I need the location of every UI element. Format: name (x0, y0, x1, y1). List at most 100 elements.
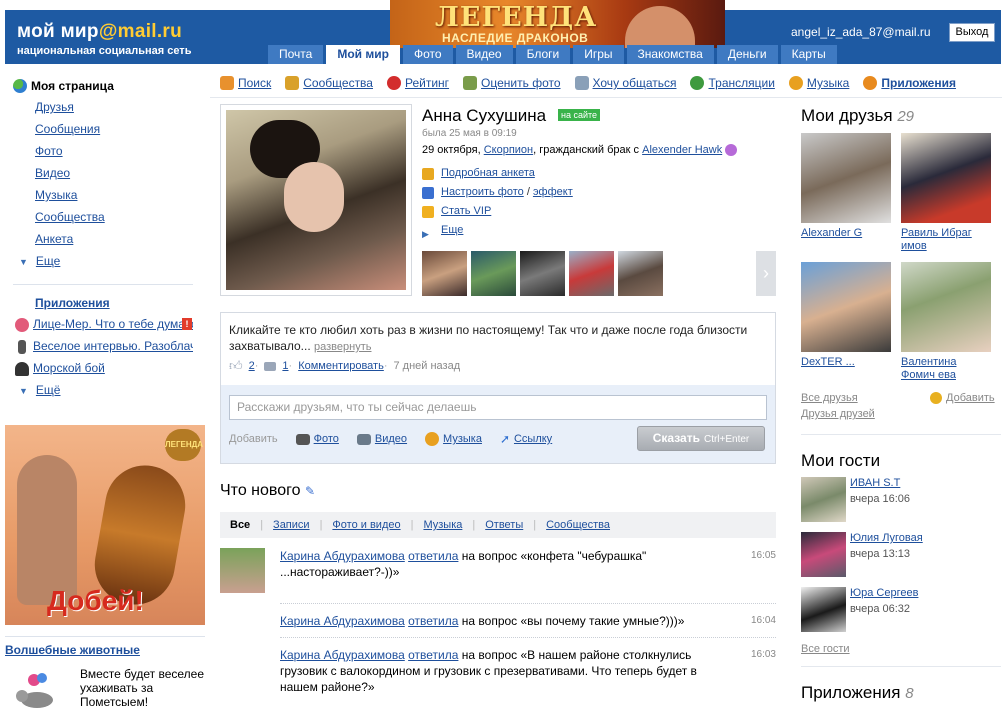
guest-name[interactable]: Юра Сергеев (850, 587, 918, 599)
tab-moy-mir[interactable]: Мой мир (326, 45, 400, 64)
logout-button[interactable]: Выход (949, 23, 995, 42)
friend-name[interactable]: Alexander G (801, 227, 862, 239)
nav-communities[interactable]: Сообщества (285, 76, 373, 90)
nav-apps[interactable]: Приложения (863, 76, 956, 90)
all-guests-link[interactable]: Все гости (801, 643, 850, 655)
effect-link[interactable]: эффект (533, 183, 573, 202)
add-video-label[interactable]: Видео (375, 433, 407, 445)
friend-photo[interactable] (801, 262, 891, 352)
tab-answers[interactable]: Ответы (485, 519, 523, 531)
feed-action[interactable]: ответила (408, 614, 458, 628)
friend-card[interactable]: Alexander G (801, 133, 891, 240)
tab-all[interactable]: Все (230, 519, 250, 531)
nav-want-chat[interactable]: Хочу общаться (574, 76, 677, 90)
feed-action[interactable]: ответила (408, 648, 458, 662)
friend-card[interactable]: DexTER ... (801, 262, 891, 369)
add-music[interactable]: Музыка (425, 432, 482, 446)
add-photo-label[interactable]: Фото (314, 433, 339, 445)
app-face-meter-label[interactable]: Лице-Мер. Что о тебе думают (33, 317, 193, 331)
photo-thumbnail[interactable] (422, 251, 467, 296)
nav-rate-photo-label[interactable]: Оценить фото (481, 76, 560, 90)
nav-broadcasts-label[interactable]: Трансляции (708, 76, 774, 90)
pencil-icon[interactable]: ✎ (305, 484, 315, 498)
thumbs-up-icon[interactable]: 👍︎ (229, 358, 243, 374)
mailru-logo[interactable]: мой мир@mail.ru национальная социальная … (17, 21, 191, 57)
add-video[interactable]: Видео (356, 433, 407, 445)
sidebar-item-video[interactable]: Видео (35, 166, 70, 180)
expand-link[interactable]: развернуть (314, 341, 371, 353)
friend-name[interactable]: Равиль Ибраг имов (901, 227, 972, 252)
sidebar-item-profile[interactable]: Анкета (35, 232, 73, 246)
friends-of-friends-link[interactable]: Друзья друзей (801, 408, 875, 420)
photo-thumbnail[interactable] (520, 251, 565, 296)
tab-foto[interactable]: Фото (402, 45, 453, 64)
nav-music-label[interactable]: Музыка (807, 76, 849, 90)
sidebar-item-photo[interactable]: Фото (35, 144, 63, 158)
apps-more-link[interactable]: Ещё (36, 383, 61, 397)
add-music-label[interactable]: Музыка (443, 433, 482, 445)
nav-communities-label[interactable]: Сообщества (303, 76, 373, 90)
sidebar-item-communities[interactable]: Сообщества (35, 210, 105, 224)
setup-photo-link[interactable]: Настроить фото (441, 183, 524, 202)
my-page-link[interactable]: Моя страница (13, 76, 203, 96)
friend-photo[interactable] (901, 133, 991, 223)
pets-app-title[interactable]: Волшебные животные (5, 643, 140, 657)
add-friend-link[interactable]: Добавить (930, 392, 995, 404)
game-ad-banner[interactable]: ЛЕГЕНДА Добей! (5, 425, 205, 625)
guest-avatar[interactable] (801, 587, 846, 632)
photo-thumbnail[interactable] (618, 251, 663, 296)
friend-photo[interactable] (901, 262, 991, 352)
guest-avatar[interactable] (801, 477, 846, 522)
friend-photo[interactable] (801, 133, 891, 223)
friend-name[interactable]: Валентина Фомич ева (901, 356, 956, 381)
become-vip-link[interactable]: Стать VIP (441, 202, 491, 221)
status-input[interactable]: Расскажи друзьям, что ты сейчас делаешь (229, 395, 767, 420)
apps-title[interactable]: Приложения 8 (801, 683, 914, 703)
profile-photo-frame[interactable] (220, 104, 412, 296)
add-link[interactable]: ➚ Ссылку (500, 432, 552, 446)
tab-posts[interactable]: Записи (273, 519, 310, 531)
nav-music[interactable]: Музыка (788, 76, 849, 90)
all-friends-link[interactable]: Все друзья (801, 392, 858, 404)
tab-communities[interactable]: Сообщества (546, 519, 610, 531)
sidebar-more-link[interactable]: Еще (36, 254, 60, 268)
partner-link[interactable]: Alexender Hawk (642, 144, 722, 156)
app-item-sea-battle[interactable]: Морской бой (13, 357, 193, 379)
tab-video[interactable]: Видео (455, 45, 513, 64)
guest-name[interactable]: ИВАН S.T (850, 477, 900, 489)
add-link-label[interactable]: Ссылку (514, 433, 552, 445)
comment-link[interactable]: Комментировать (298, 360, 384, 372)
nav-search[interactable]: Поиск (220, 76, 271, 90)
feed-author[interactable]: Карина Абдурахимова (280, 614, 405, 628)
tab-pochta[interactable]: Почта (268, 45, 324, 64)
nav-apps-label[interactable]: Приложения (881, 76, 956, 90)
more-link[interactable]: Еще (441, 221, 463, 240)
tab-photo-video[interactable]: Фото и видео (332, 519, 400, 531)
nav-search-label[interactable]: Поиск (238, 76, 271, 90)
nav-rating-label[interactable]: Рейтинг (405, 76, 449, 90)
apps-section-link[interactable]: Приложения (35, 296, 110, 310)
tab-znakomstva[interactable]: Знакомства (626, 45, 714, 64)
sidebar-item-messages[interactable]: Сообщения (35, 122, 100, 136)
say-button[interactable]: Сказать Ctrl+Enter (637, 426, 765, 451)
nav-rating[interactable]: Рейтинг (386, 76, 449, 90)
tab-igry[interactable]: Игры (573, 45, 624, 64)
nav-want-chat-label[interactable]: Хочу общаться (593, 76, 677, 90)
zodiac-link[interactable]: Скорпион (484, 144, 533, 156)
tab-karty[interactable]: Карты (780, 45, 837, 64)
sidebar-item-friends[interactable]: Друзья (35, 100, 74, 114)
photo-thumbnail[interactable] (471, 251, 516, 296)
tab-music[interactable]: Музыка (423, 519, 462, 531)
profile-photo[interactable] (226, 110, 406, 290)
friend-card[interactable]: Валентина Фомич ева (901, 262, 991, 382)
game-banner[interactable]: ЛЕГЕНДА НАСЛЕДИЕ ДРАКОНОВ (390, 0, 725, 48)
app-item-interview[interactable]: Веселое интервью. Разоблачение (13, 335, 193, 357)
chevron-right-icon[interactable]: › (756, 251, 776, 296)
detailed-profile-link[interactable]: Подробная анкета (441, 164, 535, 183)
feed-author[interactable]: Карина Абдурахимова (280, 549, 405, 563)
guest-name[interactable]: Юлия Луговая (850, 532, 923, 544)
sidebar-item-music[interactable]: Музыка (35, 188, 77, 202)
guest-avatar[interactable] (801, 532, 846, 577)
app-interview-label[interactable]: Веселое интервью. Разоблачение (33, 339, 193, 353)
nav-rate-photo[interactable]: Оценить фото (463, 76, 561, 90)
